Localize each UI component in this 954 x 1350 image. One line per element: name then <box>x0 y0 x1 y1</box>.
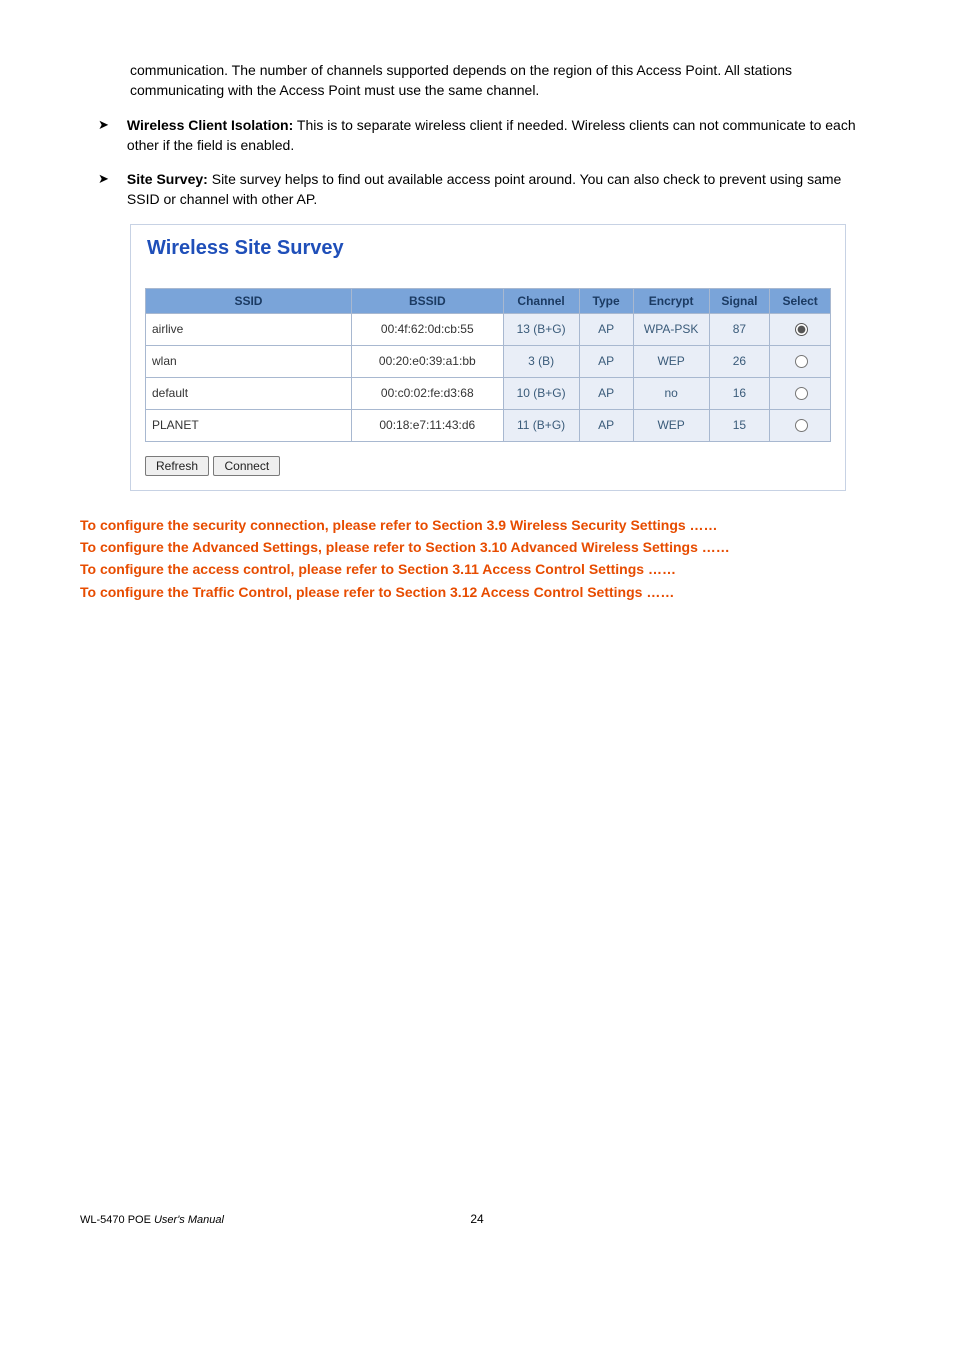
cell-ssid: PLANET <box>146 409 352 441</box>
table-row: wlan 00:20:e0:39:a1:bb 3 (B) AP WEP 26 <box>146 345 831 377</box>
footnote-advanced: To configure the Advanced Settings, plea… <box>80 537 874 557</box>
cell-signal: 15 <box>709 409 770 441</box>
cell-ssid: wlan <box>146 345 352 377</box>
footnote-access-control: To configure the access control, please … <box>80 559 874 579</box>
bullet-site-survey: ➤ Site Survey: Site survey helps to find… <box>98 169 874 210</box>
cell-select <box>770 377 831 409</box>
cell-select <box>770 409 831 441</box>
table-row: default 00:c0:02:fe:d3:68 10 (B+G) AP no… <box>146 377 831 409</box>
bullet-label: Site Survey: <box>127 171 208 187</box>
cell-encrypt: WPA-PSK <box>633 313 709 345</box>
cell-signal: 16 <box>709 377 770 409</box>
th-signal: Signal <box>709 288 770 313</box>
bullet-body: Site survey helps to find out available … <box>127 171 841 207</box>
footer-product: WL-5470 POE User's Manual <box>80 1214 224 1226</box>
survey-title: Wireless Site Survey <box>147 237 831 260</box>
th-select: Select <box>770 288 831 313</box>
select-radio-1[interactable] <box>795 355 808 368</box>
intro-paragraph: communication. The number of channels su… <box>130 60 874 101</box>
cell-encrypt: no <box>633 377 709 409</box>
bullet-text-isolation: Wireless Client Isolation: This is to se… <box>127 115 874 156</box>
bullet-isolation: ➤ Wireless Client Isolation: This is to … <box>98 115 874 156</box>
th-ssid: SSID <box>146 288 352 313</box>
cell-select <box>770 313 831 345</box>
cell-channel: 13 (B+G) <box>503 313 579 345</box>
wireless-site-survey-panel: Wireless Site Survey SSID BSSID Channel … <box>130 224 846 491</box>
refresh-button[interactable]: Refresh <box>145 456 209 476</box>
cell-ssid: default <box>146 377 352 409</box>
cell-bssid: 00:c0:02:fe:d3:68 <box>351 377 503 409</box>
footnote-security: To configure the security connection, pl… <box>80 515 874 535</box>
cell-encrypt: WEP <box>633 345 709 377</box>
bullet-arrow-icon: ➤ <box>98 171 109 187</box>
cell-bssid: 00:18:e7:11:43:d6 <box>351 409 503 441</box>
cell-ssid: airlive <box>146 313 352 345</box>
th-channel: Channel <box>503 288 579 313</box>
cell-select <box>770 345 831 377</box>
select-radio-2[interactable] <box>795 387 808 400</box>
cell-encrypt: WEP <box>633 409 709 441</box>
th-bssid: BSSID <box>351 288 503 313</box>
bullet-arrow-icon: ➤ <box>98 117 109 133</box>
table-row: PLANET 00:18:e7:11:43:d6 11 (B+G) AP WEP… <box>146 409 831 441</box>
bullet-label: Wireless Client Isolation: <box>127 117 293 133</box>
bullet-text-site-survey: Site Survey: Site survey helps to find o… <box>127 169 874 210</box>
cell-channel: 10 (B+G) <box>503 377 579 409</box>
table-header-row: SSID BSSID Channel Type Encrypt Signal S… <box>146 288 831 313</box>
cell-type: AP <box>579 345 633 377</box>
cell-signal: 26 <box>709 345 770 377</box>
footnote-traffic-control: To configure the Traffic Control, please… <box>80 582 874 602</box>
connect-button[interactable]: Connect <box>213 456 280 476</box>
table-row: airlive 00:4f:62:0d:cb:55 13 (B+G) AP WP… <box>146 313 831 345</box>
cell-channel: 3 (B) <box>503 345 579 377</box>
survey-table: SSID BSSID Channel Type Encrypt Signal S… <box>145 288 831 442</box>
select-radio-3[interactable] <box>795 419 808 432</box>
cell-signal: 87 <box>709 313 770 345</box>
footnotes-block: To configure the security connection, pl… <box>80 515 874 602</box>
select-radio-0[interactable] <box>795 323 808 336</box>
cell-channel: 11 (B+G) <box>503 409 579 441</box>
cell-bssid: 00:4f:62:0d:cb:55 <box>351 313 503 345</box>
cell-type: AP <box>579 409 633 441</box>
th-type: Type <box>579 288 633 313</box>
cell-type: AP <box>579 313 633 345</box>
th-encrypt: Encrypt <box>633 288 709 313</box>
footer-page-number: 24 <box>470 1212 483 1226</box>
cell-bssid: 00:20:e0:39:a1:bb <box>351 345 503 377</box>
cell-type: AP <box>579 377 633 409</box>
